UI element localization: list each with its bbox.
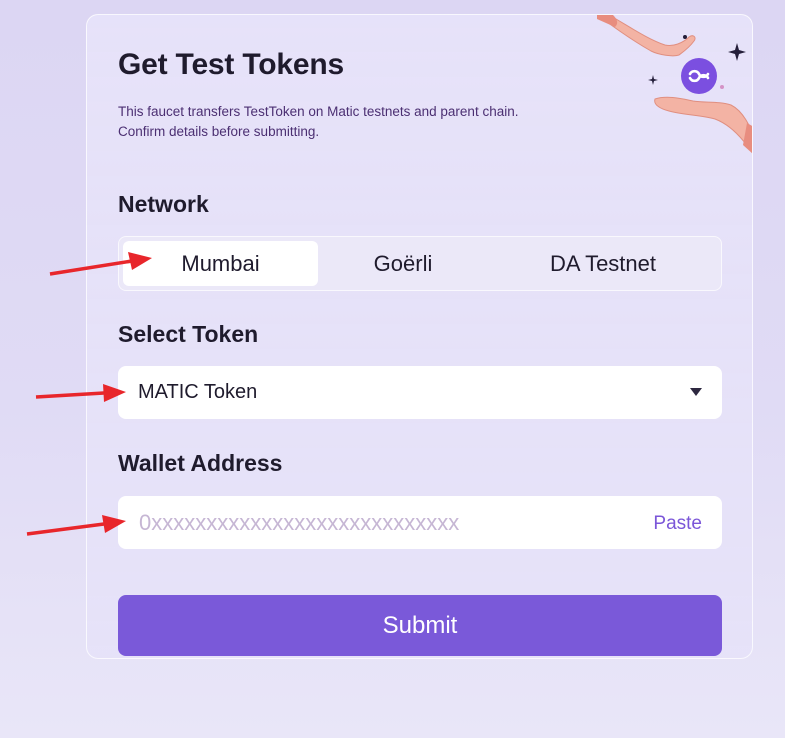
network-option-da-testnet[interactable]: DA Testnet — [503, 241, 703, 286]
network-selector: Mumbai Goërli DA Testnet — [118, 236, 722, 291]
network-option-mumbai[interactable]: Mumbai — [123, 241, 318, 286]
sparkle-small-icon — [648, 75, 658, 85]
network-option-goerli[interactable]: Goërli — [303, 241, 503, 286]
page-description: This faucet transfers TestToken on Matic… — [118, 104, 519, 139]
page-title: Get Test Tokens — [118, 48, 344, 81]
dot-icon — [720, 85, 724, 89]
faucet-card: Get Test Tokens This faucet transfers Te… — [86, 14, 753, 659]
dot-icon — [683, 35, 687, 39]
token-select-value: MATIC Token — [138, 381, 258, 403]
sparkle-icon — [728, 43, 746, 61]
token-select[interactable]: MATIC Token — [118, 366, 722, 419]
wallet-address-field: Paste — [118, 496, 722, 549]
bottom-hand-icon — [654, 96, 752, 154]
hands-coin-illustration — [597, 15, 752, 154]
select-token-label: Select Token — [118, 321, 259, 347]
network-label: Network — [118, 191, 209, 217]
top-sleeve-icon — [597, 15, 618, 27]
paste-button[interactable]: Paste — [653, 496, 702, 551]
triangle-down-icon — [690, 388, 702, 396]
wallet-address-label: Wallet Address — [118, 450, 283, 476]
wallet-address-input[interactable] — [118, 496, 618, 549]
submit-button[interactable]: Submit — [118, 595, 722, 656]
